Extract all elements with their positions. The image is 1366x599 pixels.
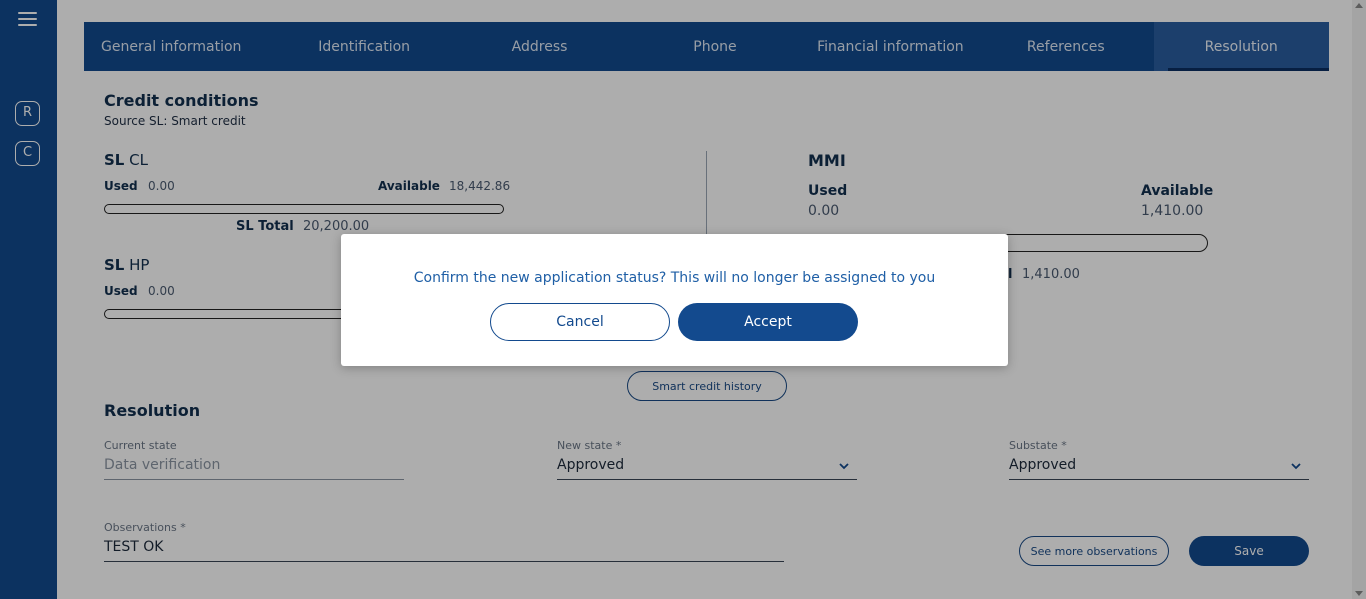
accept-button[interactable]: Accept — [678, 303, 858, 341]
cancel-button[interactable]: Cancel — [490, 303, 670, 341]
dialog-message: Confirm the new application status? This… — [413, 270, 936, 286]
confirm-dialog: Confirm the new application status? This… — [341, 234, 1008, 366]
